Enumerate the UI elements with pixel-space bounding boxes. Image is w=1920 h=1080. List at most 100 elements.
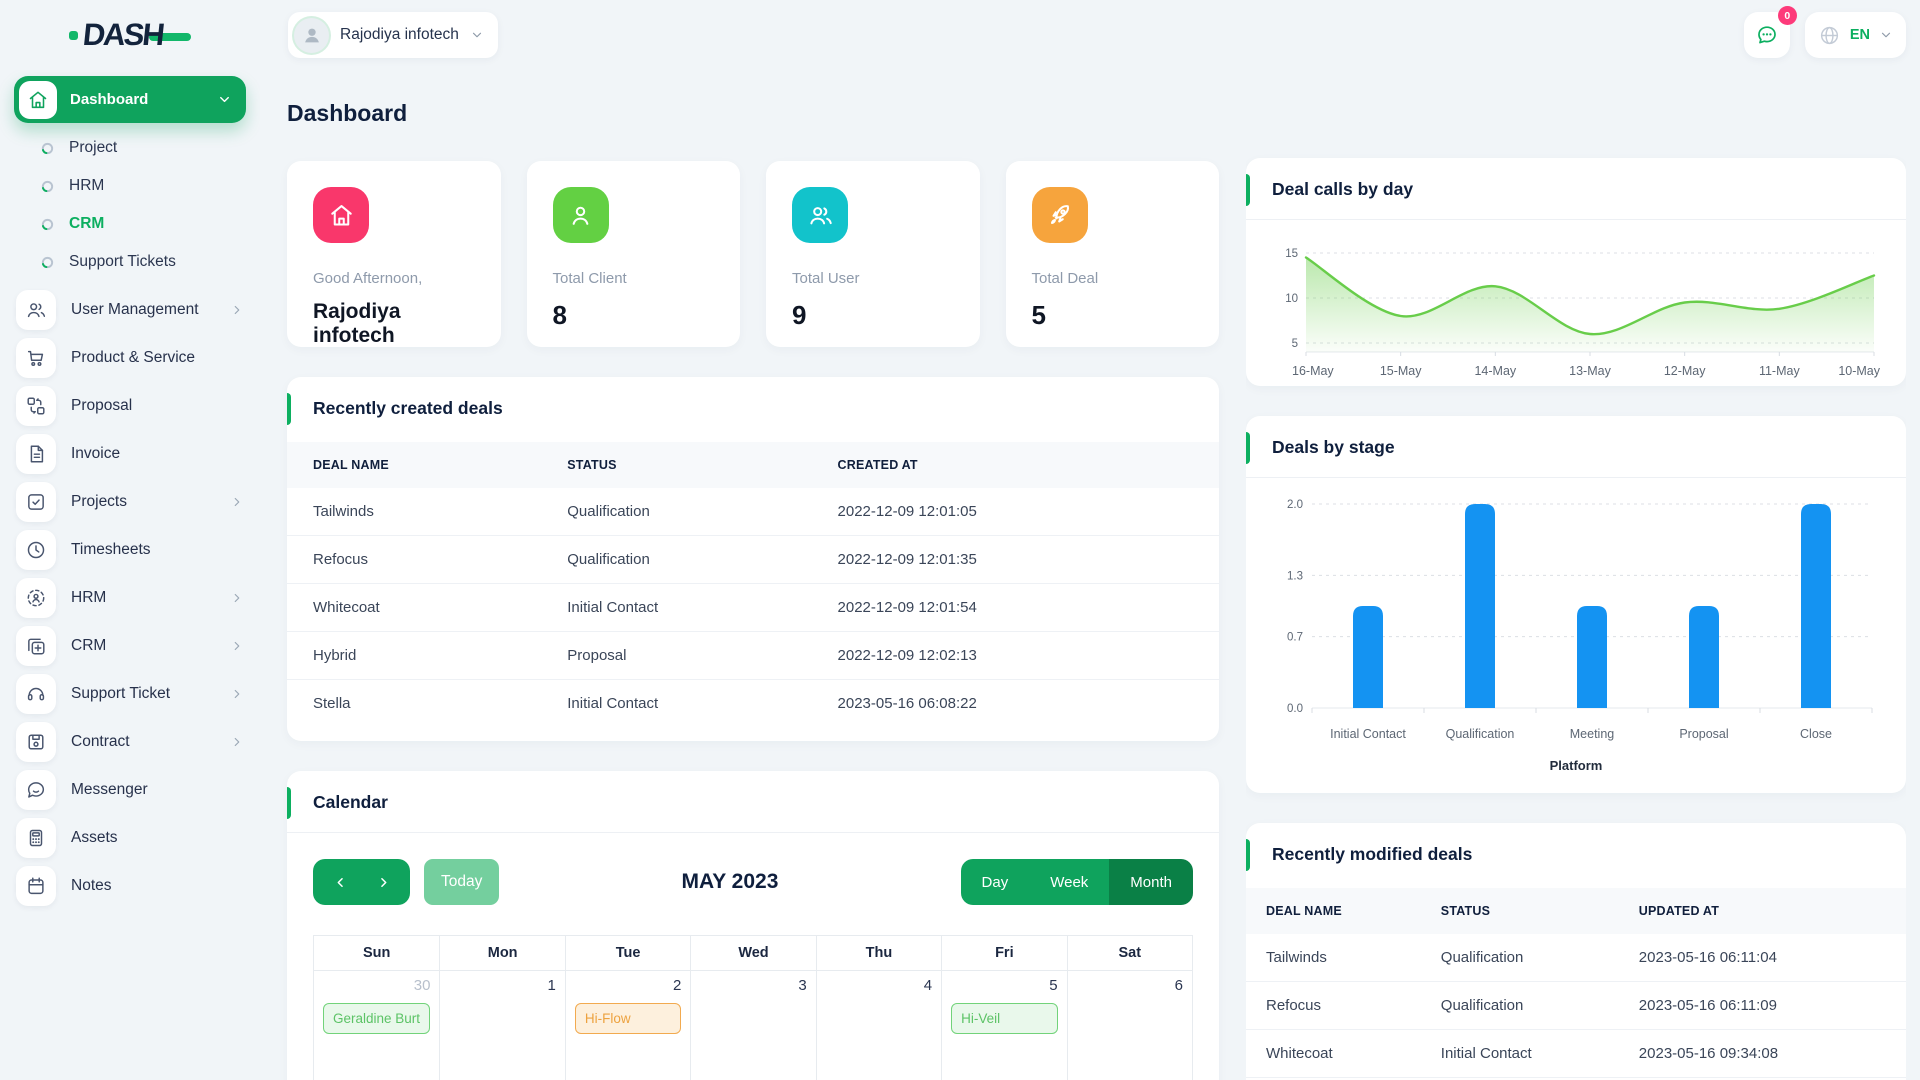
table-cell: Proposal (557, 631, 828, 680)
app-logo[interactable]: DASH (69, 17, 191, 53)
sidebar-item-notes[interactable]: Notes (14, 863, 246, 909)
calendar-view-switcher: Day Week Month (960, 859, 1193, 905)
clock-icon (16, 530, 56, 570)
recently-created-deals-card: Recently created deals DEAL NAME STATUS CR… (287, 377, 1219, 741)
column-header: DEAL NAME (1246, 888, 1431, 934)
sidebar-item-label: Timesheets (71, 541, 151, 558)
sidebar-item-user-management[interactable]: User Management (14, 287, 246, 333)
calendar-event[interactable]: Hi-Veil (951, 1003, 1058, 1034)
deals-by-stage-card: Deals by stage 0.0 0.7 1.3 2.0 Initial Conta… (1246, 416, 1906, 793)
chevron-down-icon (217, 92, 232, 107)
sidebar-item-label: Invoice (71, 445, 121, 462)
bullet-icon (41, 218, 54, 231)
today-button[interactable]: Today (424, 859, 500, 905)
calendar-cell[interactable]: 4 (815, 970, 942, 1080)
sidebar-item-crm[interactable]: CRM (14, 623, 246, 669)
language-code: EN (1849, 27, 1870, 43)
top-bar: DASH Rajodiya infotech 0 EN (0, 0, 1920, 70)
sidebar-item-proposal[interactable]: Proposal (14, 383, 246, 429)
calendar-date: 4 (923, 977, 933, 994)
sidebar-item-hrm[interactable]: HRM (14, 167, 246, 205)
table-row: Hybrid Proposal 2022-12-09 12:02:13 (287, 631, 1219, 680)
svg-text:12-May: 12-May (1664, 364, 1706, 378)
chevron-down-icon (1879, 28, 1893, 42)
workspace-selector[interactable]: Rajodiya infotech (288, 12, 498, 58)
calendar-view-month[interactable]: Month (1109, 859, 1193, 905)
calendar-cell[interactable]: 3 (690, 970, 816, 1080)
calendar-day-header: Thu (815, 936, 942, 970)
sidebar-item-dashboard[interactable]: Dashboard (14, 76, 246, 123)
calendar-cell[interactable]: 2 Hi-Flow (564, 970, 691, 1080)
invoice-icon (16, 434, 56, 474)
svg-text:14-May: 14-May (1474, 364, 1516, 378)
sidebar-item-support-tickets[interactable]: Support Tickets (14, 243, 246, 281)
sidebar-item-label: Assets (71, 829, 118, 846)
notes-icon (16, 866, 56, 906)
sidebar-item-label: Project (69, 139, 118, 156)
calendar-view-day[interactable]: Day (960, 859, 1030, 905)
sidebar-item-projects[interactable]: Projects (14, 479, 246, 525)
calendar-date: 3 (798, 977, 807, 994)
stat-label: Good Afternoon, (313, 270, 423, 287)
calendar-prev-next-buttons[interactable] (313, 859, 410, 905)
messages-button[interactable]: 0 (1743, 6, 1797, 58)
svg-text:Proposal: Proposal (1679, 727, 1728, 741)
column-header: STATUS (557, 442, 828, 488)
sidebar-item-crm[interactable]: CRM (14, 205, 246, 243)
calendar-cell[interactable]: 5 Hi-Veil (941, 970, 1067, 1080)
chevron-down-icon (470, 28, 484, 42)
svg-text:2.0: 2.0 (1287, 499, 1303, 511)
sidebar-item-label: Support Ticket (71, 685, 171, 702)
rocket-icon (1031, 187, 1088, 243)
deals-by-stage-bar-chart: 0.0 0.7 1.3 2.0 Initial Contact Qualification… (1246, 478, 1906, 756)
sidebar-item-hrm[interactable]: HRM (14, 575, 246, 621)
sidebar-item-assets[interactable]: Assets (14, 815, 246, 861)
table-cell: 2023-05-16 06:11:09 (1628, 981, 1906, 1030)
calendar-cell[interactable]: 6 (1066, 970, 1192, 1080)
stat-value: 9 (792, 300, 807, 330)
sidebar-item-label: Notes (71, 877, 112, 894)
language-selector[interactable]: EN (1804, 12, 1906, 58)
calendar-month-title: MAY 2023 (681, 870, 779, 893)
chevron-right-icon (230, 735, 244, 749)
recently-modified-deals-table: DEAL NAME STATUS UPDATED AT Tailwinds Qualif… (1246, 888, 1906, 1080)
table-cell: Tailwinds (313, 503, 374, 520)
table-cell: 2022-12-09 12:01:05 (837, 503, 977, 520)
table-cell: 2023-05-16 06:11:04 (1638, 949, 1777, 966)
calendar-day-header: Sat (1066, 936, 1192, 970)
section-title: Calendar (287, 771, 1219, 833)
sidebar-item-label: Product & Service (71, 349, 196, 366)
calendar-event[interactable]: Hi-Flow (574, 1003, 682, 1034)
table-row: Refocus Qualification 2022-12-09 12:01:35 (287, 535, 1219, 584)
projects-icon (16, 482, 56, 522)
table-header-row: DEAL NAME STATUS UPDATED AT (1246, 888, 1906, 934)
sidebar-item-support-ticket[interactable]: Support Ticket (14, 671, 246, 717)
svg-text:15: 15 (1285, 248, 1298, 260)
sidebar-item-label: User Management (71, 301, 199, 318)
sidebar-item-messenger[interactable]: Messenger (14, 767, 246, 813)
calendar-day-header: Wed (690, 936, 816, 970)
sidebar-item-product-service[interactable]: Product & Service (14, 335, 246, 381)
calendar-grid: Sun Mon Tue Wed Thu Fri Sat 30 Geraldine Burt 1 2 H… (313, 935, 1193, 1080)
sidebar-item-invoice[interactable]: Invoice (14, 431, 246, 477)
sidebar-item-contract[interactable]: Contract (14, 719, 246, 765)
calendar-event[interactable]: Geraldine Burt (323, 1003, 431, 1034)
calendar-view-week[interactable]: Week (1029, 859, 1110, 905)
calendar-date: 6 (1174, 977, 1183, 994)
table-cell: Qualification (1430, 981, 1629, 1030)
sidebar-item-timesheets[interactable]: Timesheets (14, 527, 246, 573)
svg-text:Close: Close (1800, 727, 1832, 741)
table-header-row: DEAL NAME STATUS CREATED AT (287, 442, 1219, 488)
svg-text:0.0: 0.0 (1287, 703, 1303, 715)
sidebar-item-label: Support Tickets (69, 253, 176, 270)
svg-text:10-May: 10-May (1838, 364, 1880, 378)
calendar-cell[interactable]: 1 (439, 970, 565, 1080)
sidebar-item-project[interactable]: Project (14, 129, 246, 167)
calendar-cell[interactable]: 30 Geraldine Burt (314, 970, 440, 1080)
sidebar-item-label: Messenger (71, 781, 148, 798)
calendar-day-header: Fri (941, 936, 1067, 970)
accent-bar (1246, 174, 1250, 206)
bar-chart-xaxis-title: Platform (1549, 758, 1603, 773)
accent-bar (287, 787, 291, 819)
users-icon (792, 187, 848, 243)
